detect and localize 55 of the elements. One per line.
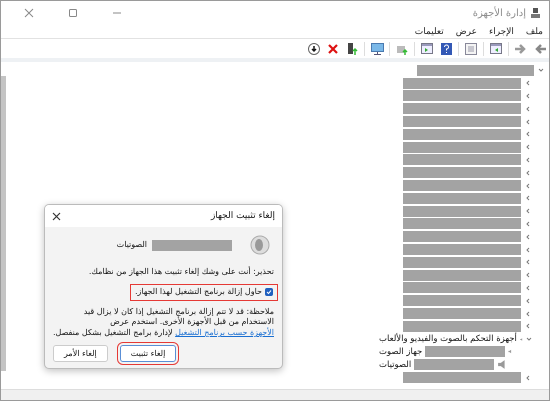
speaker-icon — [250, 235, 270, 255]
maximize-icon[interactable] — [68, 8, 78, 18]
chevron-icon[interactable] — [525, 195, 531, 202]
tree-item[interactable]: أجهزة التحكم بالصوت والفيديو والألعاب — [379, 334, 517, 344]
chevron-icon[interactable] — [525, 323, 531, 330]
scrollbar[interactable] — [1, 76, 6, 371]
chevron-icon[interactable] — [525, 106, 531, 112]
dialog-title: إلغاء تثبيت الجهاز — [210, 211, 275, 221]
chevron-icon[interactable] — [525, 284, 531, 291]
chevron-icon[interactable] — [525, 92, 531, 99]
help-icon[interactable] — [439, 42, 453, 56]
chevron-icon[interactable] — [525, 272, 531, 278]
warning-text: تحذير: أنت على وشك إلغاء تثبيت هذا الجهاز من نظامك. — [88, 267, 274, 278]
chevron-icon[interactable] — [525, 131, 531, 138]
uninstall-button[interactable]: إلغاء تثبيت — [120, 345, 176, 362]
delete-icon[interactable] — [326, 42, 340, 56]
tree-item[interactable]: جهاز الصوت — [379, 346, 422, 357]
computer-icon — [530, 8, 541, 18]
window-icon[interactable] — [489, 42, 503, 56]
chevron-icon[interactable] — [525, 144, 531, 150]
device-name: الصوتيات — [116, 240, 147, 250]
chevron-icon[interactable] — [525, 234, 531, 240]
menu-item[interactable]: الإجراء — [488, 26, 514, 36]
cancel-button[interactable]: إلغاء الأمر — [53, 345, 108, 362]
chevron-icon[interactable] — [525, 220, 531, 227]
close-icon[interactable] — [52, 212, 61, 220]
chevron-icon[interactable] — [525, 80, 531, 86]
chevron-icon[interactable] — [525, 182, 531, 189]
note-text: ملاحظة: قد لا تتم إزالة برنامج التشغيل إذا كان لا يزال قيد الاستخدام من قبل الأجهزة الأخرى. استخدم عرض الأجهزة حسب برنامج التشغيل لإدارة برامج التشغيل بشكل منفصل. — [53, 306, 274, 339]
chevron-icon[interactable] — [526, 336, 532, 342]
chevron-icon[interactable] — [525, 374, 531, 381]
chevron-icon[interactable] — [525, 246, 531, 253]
check-icon — [266, 289, 272, 296]
chevron-icon[interactable] — [538, 67, 544, 74]
remove-driver-checkbox[interactable]: حاول إزالة برنامج التشغيل لهذا الجهاز. — [130, 284, 278, 301]
chevron-icon[interactable] — [525, 156, 531, 163]
chevron-icon[interactable] — [525, 118, 531, 125]
forward-icon[interactable] — [514, 42, 528, 56]
drivers-link[interactable]: الأجهزة حسب برنامج التشغيل — [175, 328, 274, 338]
window-icon[interactable] — [420, 42, 434, 56]
download-icon[interactable] — [307, 42, 321, 56]
chevron-icon[interactable] — [525, 310, 531, 317]
back-icon[interactable] — [533, 42, 547, 56]
menu-item[interactable]: ملف — [526, 26, 543, 36]
device-add-icon[interactable] — [345, 42, 359, 56]
properties-icon[interactable] — [464, 42, 478, 56]
chevron-icon[interactable] — [525, 298, 531, 304]
monitor-icon[interactable] — [370, 42, 384, 56]
window-title: إدارة الأجهزة — [472, 8, 526, 18]
tree-item[interactable]: الصوتيات — [379, 360, 412, 370]
chevron-icon[interactable] — [525, 259, 531, 266]
chevron-icon[interactable] — [525, 170, 531, 176]
menu-item[interactable]: عرض — [456, 26, 477, 36]
chevron-icon[interactable] — [525, 208, 531, 214]
menu-item[interactable]: تعليمات — [414, 26, 444, 36]
